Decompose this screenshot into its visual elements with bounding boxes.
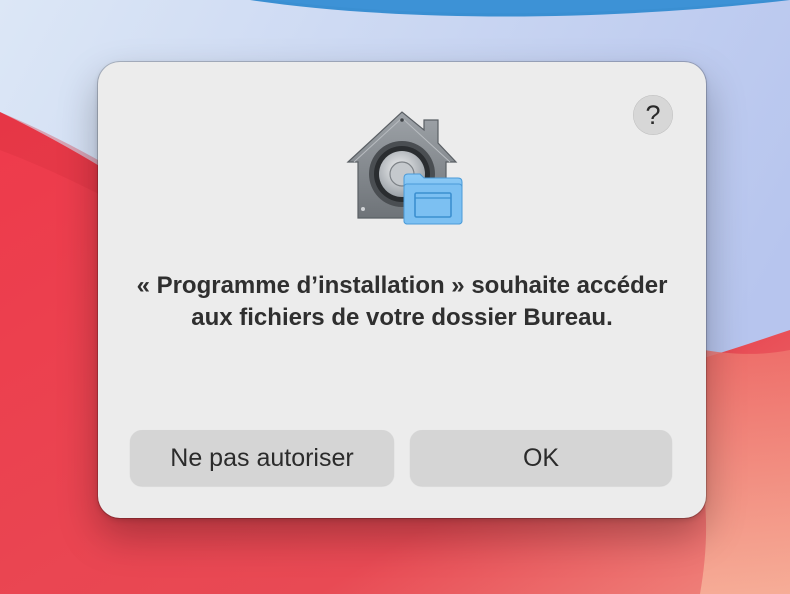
- deny-button[interactable]: Ne pas autoriser: [130, 430, 394, 486]
- help-button[interactable]: ?: [633, 95, 673, 135]
- permission-dialog: ? « Programme d’installation » souhaite …: [98, 62, 706, 518]
- ok-button[interactable]: OK: [410, 430, 672, 486]
- dialog-message: « Programme d’installation » souhaite ac…: [136, 272, 668, 331]
- security-privacy-house-vault-icon: [346, 111, 463, 225]
- desktop: ? « Programme d’installation » souhaite …: [0, 0, 790, 594]
- help-icon: ?: [645, 100, 661, 130]
